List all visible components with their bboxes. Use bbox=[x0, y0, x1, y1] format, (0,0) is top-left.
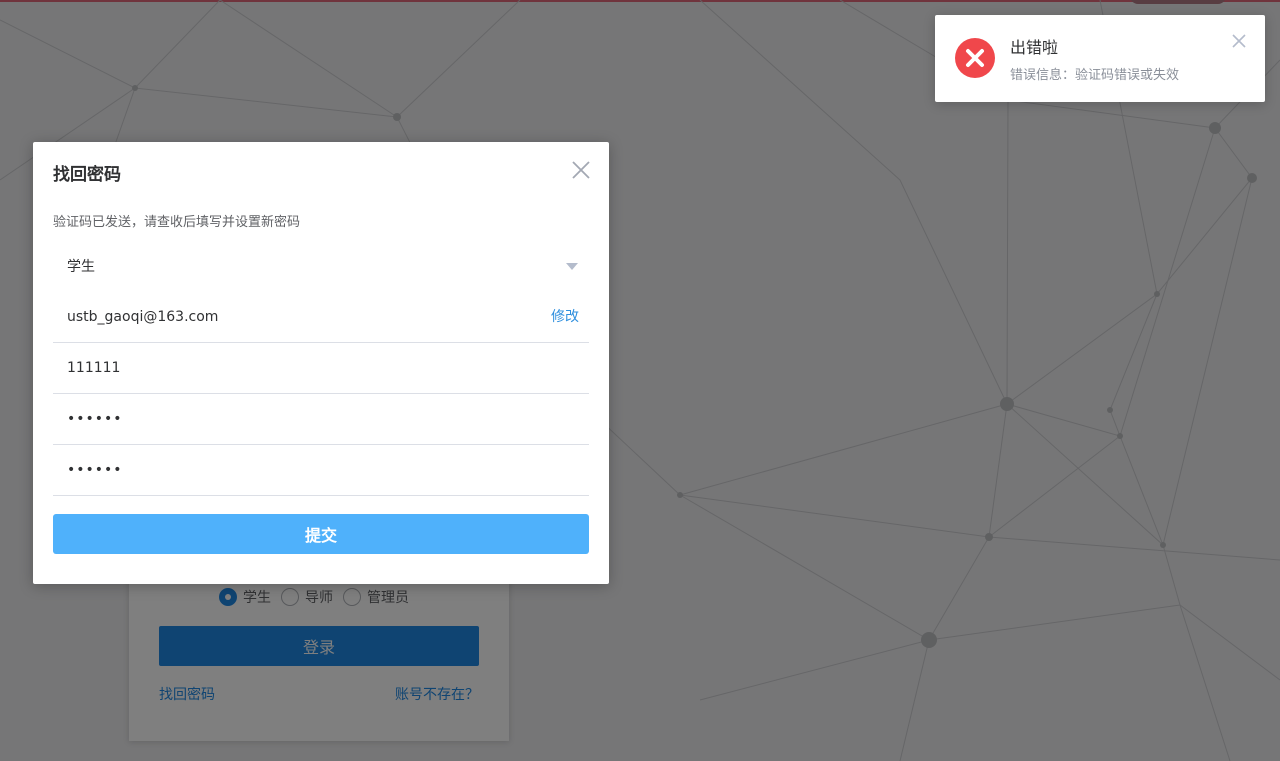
confirm-password-field bbox=[53, 445, 589, 496]
submit-button[interactable]: 提交 bbox=[53, 514, 589, 554]
find-password-dialog: 找回密码 验证码已发送，请查收后填写并设置新密码 学生 修改 提交 bbox=[33, 142, 609, 584]
new-password-field bbox=[53, 394, 589, 445]
dialog-title: 找回密码 bbox=[53, 165, 121, 185]
verification-code-field bbox=[53, 343, 589, 394]
role-select-value: 学生 bbox=[67, 259, 95, 275]
verification-code-input[interactable] bbox=[67, 343, 527, 393]
notification-title: 出错啦 bbox=[1010, 38, 1059, 57]
error-notification: 出错啦 错误信息：验证码错误或失效 bbox=[935, 15, 1265, 102]
chevron-down-icon[interactable] bbox=[566, 263, 578, 270]
error-circle-icon bbox=[955, 38, 995, 78]
close-icon[interactable] bbox=[1231, 33, 1247, 49]
role-select[interactable]: 学生 bbox=[53, 242, 589, 293]
email-field: 修改 bbox=[53, 292, 589, 343]
close-icon[interactable] bbox=[571, 160, 591, 180]
dialog-hint: 验证码已发送，请查收后填写并设置新密码 bbox=[53, 215, 301, 230]
modify-email-link[interactable]: 修改 bbox=[551, 292, 579, 342]
email-input[interactable] bbox=[67, 292, 527, 342]
new-password-input[interactable] bbox=[67, 394, 527, 444]
confirm-password-input[interactable] bbox=[67, 445, 527, 495]
notification-message: 错误信息：验证码错误或失效 bbox=[1010, 68, 1180, 83]
